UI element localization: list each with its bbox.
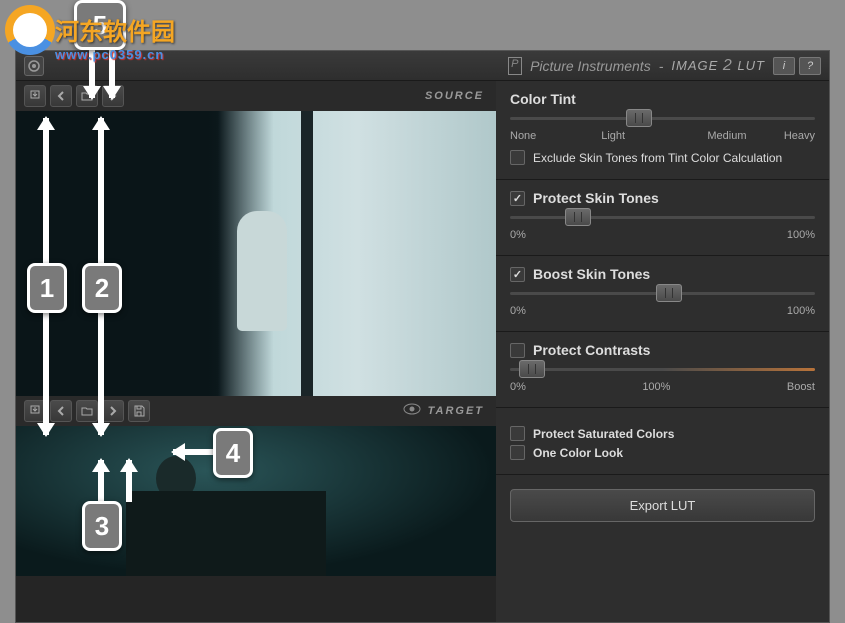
pi-logo-icon <box>508 57 522 75</box>
boost-skin-labels: 0% 100% <box>510 305 815 317</box>
exclude-skin-label: Exclude Skin Tones from Tint Color Calcu… <box>533 151 782 165</box>
chevron-right-icon <box>108 406 118 416</box>
eye-icon <box>403 403 421 415</box>
exclude-skin-checkbox[interactable] <box>510 150 525 165</box>
source-prev-button[interactable] <box>50 85 72 107</box>
boost-skin-section: Boost Skin Tones 0% 100% <box>496 256 829 332</box>
gear-icon <box>27 59 41 73</box>
arrow-3-right <box>125 460 133 502</box>
target-save-button[interactable] <box>128 400 150 422</box>
protect-contrasts-section: Protect Contrasts 0% 100% Boost <box>496 332 829 408</box>
arrow-2-up <box>97 118 105 263</box>
protect-contrasts-checkbox[interactable] <box>510 343 525 358</box>
protect-contrasts-title: Protect Contrasts <box>533 342 650 358</box>
watermark-logo <box>5 5 60 60</box>
download-icon <box>29 90 41 102</box>
watermark-text: 河东软件园 www.pc0359.cn <box>55 12 175 62</box>
color-tint-section: Color Tint None Light Medium Heavy Exclu… <box>496 81 829 180</box>
source-load-button[interactable] <box>24 85 46 107</box>
preview-toggle[interactable] <box>403 402 421 420</box>
info-button[interactable]: i <box>773 57 795 75</box>
target-toolbar: TARGET <box>16 396 496 426</box>
folder-icon <box>81 406 93 416</box>
protect-saturated-label: Protect Saturated Colors <box>533 427 674 441</box>
callout-2: 2 <box>82 263 122 313</box>
color-tint-slider[interactable] <box>510 117 815 120</box>
protect-skin-section: Protect Skin Tones 0% 100% <box>496 180 829 256</box>
contrasts-labels: 0% 100% Boost <box>510 381 815 393</box>
protect-skin-title: Protect Skin Tones <box>533 190 659 206</box>
save-icon <box>133 405 145 417</box>
protect-skin-checkbox[interactable] <box>510 191 525 206</box>
arrow-2-down <box>97 313 105 435</box>
one-color-label: One Color Look <box>533 446 623 460</box>
boost-skin-checkbox[interactable] <box>510 267 525 282</box>
target-folder-button[interactable] <box>76 400 98 422</box>
chevron-left-icon <box>56 91 66 101</box>
protect-skin-labels: 0% 100% <box>510 229 815 241</box>
one-color-checkbox[interactable] <box>510 445 525 460</box>
arrow-1-down <box>42 313 50 435</box>
target-next-button[interactable] <box>102 400 124 422</box>
source-label: SOURCE <box>425 90 484 102</box>
export-lut-button[interactable]: Export LUT <box>510 489 815 522</box>
arrow-3-left <box>97 460 105 502</box>
target-label: TARGET <box>428 405 484 417</box>
tint-labels: None Light Medium Heavy <box>510 130 815 142</box>
callout-3: 3 <box>82 501 122 551</box>
source-image-area[interactable] <box>16 111 496 396</box>
header-title: Picture Instruments - IMAGE 2 LUT i ? <box>508 57 821 75</box>
callout-4: 4 <box>213 428 253 478</box>
download-icon <box>29 405 41 417</box>
arrow-4 <box>173 448 213 456</box>
boost-skin-slider[interactable] <box>510 292 815 295</box>
extra-options-section: Protect Saturated Colors One Color Look <box>496 408 829 475</box>
chevron-left-icon <box>56 406 66 416</box>
protect-skin-slider[interactable] <box>510 216 815 219</box>
target-prev-button[interactable] <box>50 400 72 422</box>
protect-saturated-checkbox[interactable] <box>510 426 525 441</box>
protect-contrasts-slider[interactable] <box>510 368 815 371</box>
callout-1: 1 <box>27 263 67 313</box>
boost-skin-title: Boost Skin Tones <box>533 266 650 282</box>
arrow-1-up <box>42 118 50 263</box>
controls-panel: Color Tint None Light Medium Heavy Exclu… <box>496 81 829 622</box>
app-window: Picture Instruments - IMAGE 2 LUT i ? <box>15 50 830 623</box>
help-button[interactable]: ? <box>799 57 821 75</box>
color-tint-title: Color Tint <box>510 91 815 107</box>
